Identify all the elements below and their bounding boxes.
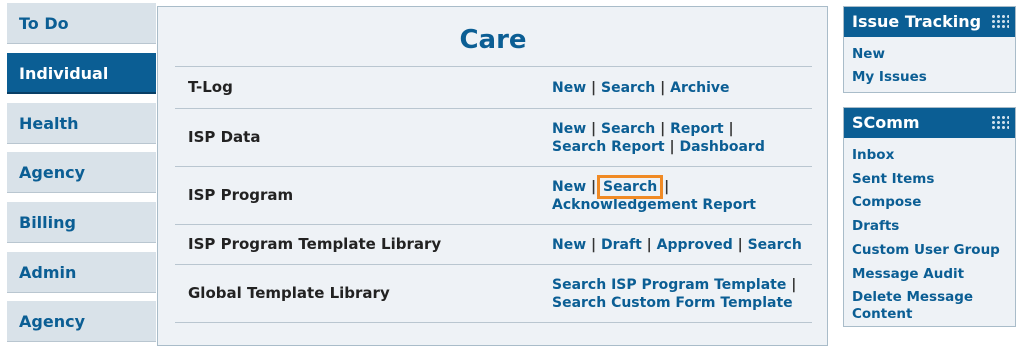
- row-isp-program: ISP Program New | Search | Acknowledgeme…: [175, 167, 812, 225]
- isp-data-search-report-link[interactable]: Search Report: [552, 139, 665, 155]
- issue-tracking-new-link[interactable]: New: [852, 46, 885, 63]
- row-t-log: T-Log New | Search | Archive: [175, 67, 812, 109]
- nav-item-to-do[interactable]: To Do: [7, 3, 156, 44]
- separator: |: [591, 237, 597, 253]
- separator: |: [664, 179, 670, 195]
- nav-item-individual[interactable]: Individual: [7, 53, 156, 94]
- row-links-isp-program-template-library: New | Draft | Approved | Search: [552, 236, 802, 254]
- separator: |: [646, 237, 652, 253]
- issue-tracking-panel: Issue Tracking New My Issues: [843, 6, 1016, 93]
- separator: |: [791, 277, 797, 293]
- issue-tracking-header[interactable]: Issue Tracking: [844, 7, 1015, 37]
- nav-item-agency[interactable]: Agency: [7, 152, 156, 193]
- nav-item-admin[interactable]: Admin: [7, 252, 156, 293]
- isp-program-search-link[interactable]: Search: [597, 175, 664, 199]
- separator: |: [660, 80, 666, 96]
- scomm-delete-message-content-link[interactable]: Delete Message Content: [852, 289, 977, 323]
- row-links-isp-data: New | Search | Report | Search Report | …: [552, 120, 765, 156]
- row-label-isp-program: ISP Program: [188, 186, 294, 204]
- separator: |: [660, 121, 666, 137]
- care-panel: Care T-Log New | Search | Archive ISP Da…: [157, 6, 828, 346]
- t-log-new-link[interactable]: New: [552, 80, 586, 96]
- isp-data-report-link[interactable]: Report: [670, 121, 724, 137]
- drag-grip-icon[interactable]: [991, 115, 1009, 131]
- issue-tracking-my-issues-link[interactable]: My Issues: [852, 69, 927, 86]
- t-log-search-link[interactable]: Search: [601, 80, 655, 96]
- row-links-global-template-library: Search ISP Program Template | Search Cus…: [552, 276, 796, 312]
- nav-item-health[interactable]: Health: [7, 103, 156, 144]
- separator: |: [737, 237, 743, 253]
- drag-grip-icon[interactable]: [991, 14, 1009, 30]
- issue-tracking-title: Issue Tracking: [852, 12, 982, 31]
- care-rows: T-Log New | Search | Archive ISP Data Ne…: [175, 66, 812, 323]
- scomm-sent-items-link[interactable]: Sent Items: [852, 171, 934, 188]
- scomm-header[interactable]: SComm: [844, 108, 1015, 138]
- row-links-t-log: New | Search | Archive: [552, 79, 730, 97]
- isp-program-new-link[interactable]: New: [552, 179, 586, 195]
- separator: |: [591, 179, 597, 195]
- isp-data-new-link[interactable]: New: [552, 121, 586, 137]
- row-label-t-log: T-Log: [188, 78, 233, 96]
- nav-item-agency-2[interactable]: Agency: [7, 301, 156, 342]
- scomm-inbox-link[interactable]: Inbox: [852, 147, 894, 164]
- scomm-title: SComm: [852, 113, 920, 132]
- scomm-panel: SComm Inbox Sent Items Compose Drafts Cu…: [843, 107, 1016, 327]
- separator: |: [591, 121, 597, 137]
- row-isp-data: ISP Data New | Search | Report | Search …: [175, 109, 812, 167]
- isp-data-dashboard-link[interactable]: Dashboard: [679, 139, 764, 155]
- row-global-template-library: Global Template Library Search ISP Progr…: [175, 265, 812, 323]
- row-label-isp-program-template-library: ISP Program Template Library: [188, 235, 442, 253]
- separator: |: [669, 139, 675, 155]
- scomm-compose-link[interactable]: Compose: [852, 194, 921, 211]
- isp-program-acknowledgement-report-link[interactable]: Acknowledgement Report: [552, 197, 756, 213]
- template-library-new-link[interactable]: New: [552, 237, 586, 253]
- row-isp-program-template-library: ISP Program Template Library New | Draft…: [175, 225, 812, 265]
- template-library-approved-link[interactable]: Approved: [657, 237, 733, 253]
- t-log-archive-link[interactable]: Archive: [670, 80, 729, 96]
- template-library-search-link[interactable]: Search: [748, 237, 802, 253]
- separator: |: [591, 80, 597, 96]
- search-custom-form-template-link[interactable]: Search Custom Form Template: [552, 295, 793, 311]
- scomm-drafts-link[interactable]: Drafts: [852, 218, 899, 235]
- row-label-global-template-library: Global Template Library: [188, 284, 390, 302]
- scomm-custom-user-group-link[interactable]: Custom User Group: [852, 242, 1000, 259]
- separator: |: [728, 121, 734, 137]
- scomm-message-audit-link[interactable]: Message Audit: [852, 266, 1002, 283]
- template-library-draft-link[interactable]: Draft: [601, 237, 642, 253]
- row-label-isp-data: ISP Data: [188, 128, 261, 146]
- nav-item-billing[interactable]: Billing: [7, 202, 156, 243]
- row-links-isp-program: New | Search | Acknowledgement Report: [552, 175, 756, 214]
- isp-data-search-link[interactable]: Search: [601, 121, 655, 137]
- search-isp-program-template-link[interactable]: Search ISP Program Template: [552, 277, 786, 293]
- care-title: Care: [459, 25, 527, 55]
